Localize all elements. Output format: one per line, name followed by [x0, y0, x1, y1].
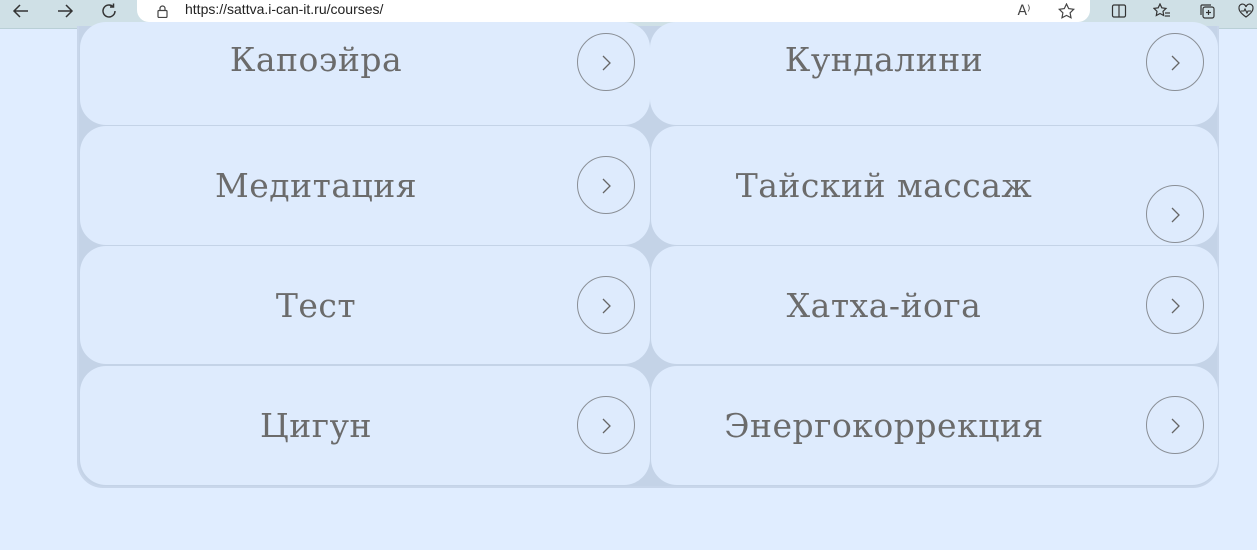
favorite-star-icon[interactable] [1055, 0, 1077, 22]
arrow-right-icon[interactable] [1146, 396, 1204, 454]
favorites-icon[interactable] [1150, 0, 1174, 22]
back-icon[interactable] [8, 0, 34, 22]
arrow-right-icon[interactable] [1146, 33, 1204, 91]
course-card-energy-correction[interactable]: Энергокоррекция [651, 366, 1218, 485]
course-title: Хатха-йога [786, 286, 982, 325]
read-aloud-icon[interactable]: A⁾ [1013, 0, 1035, 22]
forward-icon[interactable] [52, 0, 78, 22]
courses-grid: Капоэйра Кундалини Медитация Тайский мас… [77, 22, 1219, 488]
arrow-right-icon[interactable] [577, 156, 635, 214]
course-card-thai-massage[interactable]: Тайский массаж [651, 126, 1218, 245]
arrow-right-icon[interactable] [1146, 185, 1204, 243]
arrow-right-icon[interactable] [1146, 276, 1204, 334]
course-title: Капоэйра [229, 40, 403, 79]
address-bar[interactable]: https://sattva.i-can-it.ru/courses/ A⁾ [137, 0, 1090, 22]
course-card-hatha-yoga[interactable]: Хатха-йога [651, 246, 1218, 364]
course-card-capoeira[interactable]: Капоэйра [80, 22, 650, 125]
course-title: Цигун [260, 406, 372, 445]
split-screen-icon[interactable] [1107, 0, 1131, 22]
refresh-icon[interactable] [96, 0, 122, 22]
course-card-kundalini[interactable]: Кундалини [650, 22, 1218, 125]
course-card-test[interactable]: Тест [80, 246, 650, 364]
course-card-qigong[interactable]: Цигун [80, 366, 650, 485]
collections-icon[interactable] [1195, 0, 1219, 22]
arrow-right-icon[interactable] [577, 396, 635, 454]
course-title: Тест [275, 286, 357, 325]
course-title: Кундалини [784, 40, 984, 79]
url-text[interactable]: https://sattva.i-can-it.ru/courses/ [185, 1, 383, 17]
course-title: Медитация [214, 166, 418, 205]
course-title: Тайский массаж [735, 166, 1033, 205]
arrow-right-icon[interactable] [577, 276, 635, 334]
course-title: Энергокоррекция [724, 406, 1044, 445]
course-card-meditation[interactable]: Медитация [80, 126, 650, 245]
arrow-right-icon[interactable] [577, 33, 635, 91]
heart-pulse-icon[interactable] [1234, 0, 1257, 22]
lock-icon[interactable] [157, 3, 168, 19]
